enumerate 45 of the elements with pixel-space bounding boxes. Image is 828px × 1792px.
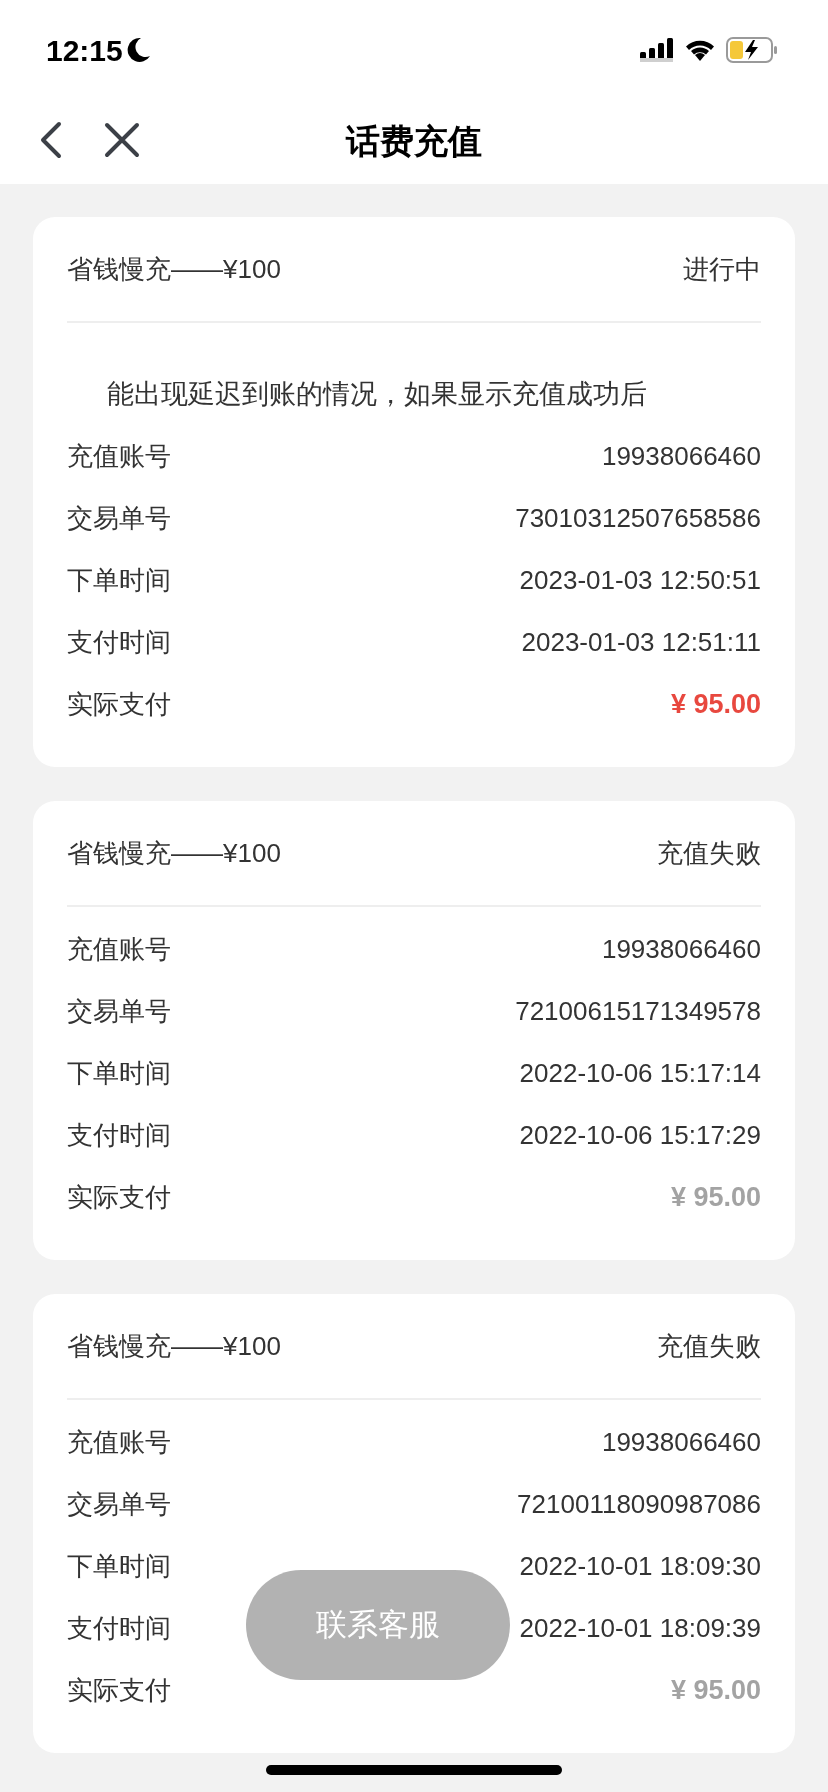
status-time: 12:15 [46, 32, 123, 69]
field-label: 支付时间 [67, 625, 171, 659]
field-label: 下单时间 [67, 1056, 171, 1090]
field-label: 充值账号 [67, 1425, 171, 1459]
field-label: 支付时间 [67, 1611, 171, 1645]
field-label: 实际支付 [67, 1673, 171, 1707]
field-label: 下单时间 [67, 1549, 171, 1583]
moon-icon [126, 37, 151, 63]
notice-text: 能出现延迟到账的情况，如果显示充值成功后 [107, 377, 647, 411]
paid-amount: ¥ 95.00 [670, 1673, 761, 1707]
order-status: 进行中 [683, 252, 761, 286]
wifi-icon [684, 38, 716, 62]
field-value: 2023-01-03 12:51:11 [521, 625, 761, 659]
field-label: 支付时间 [67, 1118, 171, 1152]
field-label: 充值账号 [67, 439, 171, 473]
field-label: 交易单号 [67, 994, 171, 1028]
order-status: 充值失败 [657, 1329, 761, 1363]
field-value: 2022-10-01 18:09:30 [519, 1549, 761, 1583]
field-value: 2022-10-06 15:17:29 [519, 1118, 761, 1152]
battery-icon [726, 37, 778, 63]
field-value: 72100615171349578 [515, 994, 761, 1028]
field-value: 19938066460 [601, 932, 761, 966]
signal-icon [640, 38, 674, 62]
field-value: 19938066460 [601, 439, 761, 473]
field-label: 交易单号 [67, 501, 171, 535]
field-value: 2022-10-01 18:09:39 [519, 1611, 761, 1645]
field-value: 73010312507658586 [515, 501, 761, 535]
paid-amount: ¥ 95.00 [670, 687, 761, 721]
field-label: 交易单号 [67, 1487, 171, 1521]
field-value: 72100118090987086 [517, 1487, 761, 1521]
field-label: 充值账号 [67, 932, 171, 966]
field-value: 2022-10-06 15:17:14 [519, 1056, 761, 1090]
field-value: 2023-01-03 12:50:51 [519, 563, 761, 597]
product-name: 省钱慢充——¥100 [67, 1329, 281, 1363]
product-name: 省钱慢充——¥100 [67, 252, 281, 286]
close-button[interactable] [102, 120, 142, 160]
product-name: 省钱慢充——¥100 [67, 836, 281, 870]
order-status: 充值失败 [657, 836, 761, 870]
contact-service-button[interactable]: 联系客服 [246, 1570, 510, 1680]
field-value: 19938066460 [601, 1425, 761, 1459]
field-label: 下单时间 [67, 563, 171, 597]
field-label: 实际支付 [67, 687, 171, 721]
page-title: 话费充值 [346, 120, 482, 162]
paid-amount: ¥ 95.00 [670, 1180, 761, 1214]
field-label: 实际支付 [67, 1180, 171, 1214]
